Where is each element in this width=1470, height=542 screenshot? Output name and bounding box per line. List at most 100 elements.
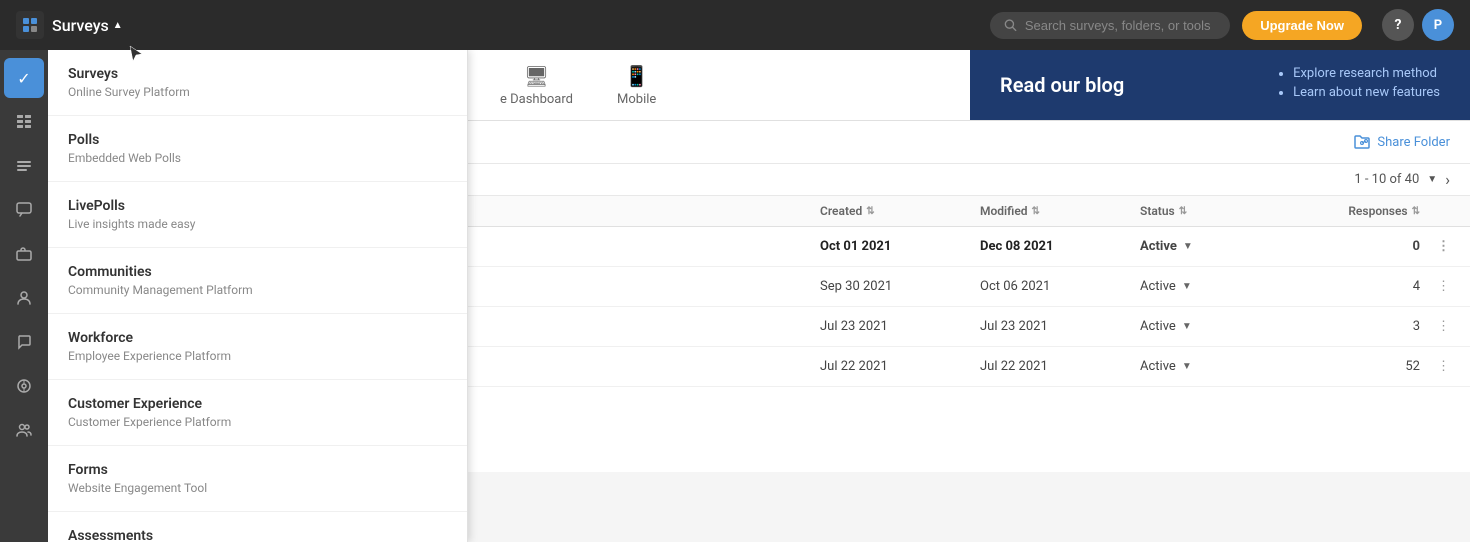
row-1-status-text: Active: [1140, 239, 1177, 254]
col-modified-label: Modified: [980, 204, 1028, 218]
sort-modified-icon: ⇅: [1032, 206, 1040, 217]
menu-item-communities-title: Communities: [68, 264, 447, 280]
row-1-created: Oct 01 2021: [820, 239, 980, 254]
row-3-status: Active ▼: [1140, 319, 1280, 334]
menu-item-surveys-subtitle: Online Survey Platform: [68, 85, 447, 99]
menu-item-forms-subtitle: Website Engagement Tool: [68, 481, 447, 495]
search-input[interactable]: [1025, 18, 1216, 33]
row-4-actions[interactable]: ⋮: [1420, 359, 1450, 374]
row-3-responses: 3: [1280, 319, 1420, 334]
row-2-responses: 4: [1280, 279, 1420, 294]
sidebar-icon-grid[interactable]: [4, 102, 44, 142]
sort-created-icon: ⇅: [866, 206, 874, 217]
menu-item-polls-subtitle: Embedded Web Polls: [68, 151, 447, 165]
top-content-row: 🖥 e Dashboard 📱 Mobile Read our blog Exp…: [468, 50, 1470, 121]
blog-banner[interactable]: Read our blog Explore research method Le…: [970, 50, 1470, 120]
menu-item-surveys[interactable]: Surveys Online Survey Platform: [48, 50, 467, 116]
pagination-dropdown-icon[interactable]: ▼: [1427, 174, 1437, 185]
menu-item-workforce-title: Workforce: [68, 330, 447, 346]
pagination-next-icon[interactable]: ›: [1445, 170, 1450, 189]
table-toolbar: Share Folder: [468, 121, 1470, 164]
menu-item-cx-subtitle: Customer Experience Platform: [68, 415, 447, 429]
row-1-status-dropdown[interactable]: ▼: [1183, 241, 1193, 252]
table-row: Oct 01 2021 Dec 08 2021 Active ▼ 0 ⋮: [468, 227, 1470, 267]
user-avatar[interactable]: P: [1422, 9, 1454, 41]
col-header-status[interactable]: Status ⇅: [1140, 204, 1280, 218]
blog-banner-title: Read our blog: [1000, 73, 1124, 97]
pagination-info: 1 - 10 of 40: [1354, 172, 1419, 187]
main-layout: ✓: [0, 50, 1470, 542]
table-header: Created ⇅ Modified ⇅ Status ⇅ Responses …: [468, 196, 1470, 227]
main-content: 🖥 e Dashboard 📱 Mobile Read our blog Exp…: [468, 50, 1470, 542]
menu-item-forms[interactable]: Forms Website Engagement Tool: [48, 446, 467, 512]
tab-dashboard[interactable]: 🖥 e Dashboard: [488, 56, 585, 115]
menu-item-cx-title: Customer Experience: [68, 396, 447, 412]
row-2-actions[interactable]: ⋮: [1420, 279, 1450, 294]
menu-item-communities[interactable]: Communities Community Management Platfor…: [48, 248, 467, 314]
row-3-actions[interactable]: ⋮: [1420, 319, 1450, 334]
menu-item-livepolls-title: LivePolls: [68, 198, 447, 214]
caret-icon[interactable]: ▲: [113, 20, 123, 31]
row-2-created: Sep 30 2021: [820, 279, 980, 294]
share-folder-button[interactable]: Share Folder: [1353, 133, 1450, 151]
sidebar-icon-network[interactable]: [4, 366, 44, 406]
blog-link-1[interactable]: Explore research method: [1293, 66, 1440, 81]
blog-link-2[interactable]: Learn about new features: [1293, 85, 1440, 100]
row-4-status: Active ▼: [1140, 359, 1280, 374]
sidebar-icon-surveys[interactable]: ✓: [4, 58, 44, 98]
tab-mobile[interactable]: 📱 Mobile: [605, 56, 668, 115]
row-1-responses: 0: [1280, 239, 1420, 254]
col-header-created[interactable]: Created ⇅: [820, 204, 980, 218]
sort-responses-icon: ⇅: [1412, 206, 1420, 217]
menu-item-forms-title: Forms: [68, 462, 447, 478]
row-3-status-text: Active: [1140, 319, 1176, 334]
col-created-label: Created: [820, 204, 862, 218]
row-4-responses: 52: [1280, 359, 1420, 374]
row-1-modified: Dec 08 2021: [980, 239, 1140, 254]
sidebar-icon-person[interactable]: [4, 278, 44, 318]
sidebar-icon-speech[interactable]: [4, 322, 44, 362]
row-3-modified: Jul 23 2021: [980, 319, 1140, 334]
col-header-modified[interactable]: Modified ⇅: [980, 204, 1140, 218]
col-header-responses[interactable]: Responses ⇅: [1280, 204, 1420, 218]
menu-item-livepolls[interactable]: LivePolls Live insights made easy: [48, 182, 467, 248]
menu-item-workforce-subtitle: Employee Experience Platform: [68, 349, 447, 363]
row-1-actions[interactable]: ⋮: [1420, 239, 1450, 254]
sort-status-icon: ⇅: [1179, 206, 1187, 217]
search-icon: [1004, 18, 1017, 32]
menu-item-assessments-title: Assessments: [68, 528, 447, 542]
help-button[interactable]: ?: [1382, 9, 1414, 41]
pagination-row: 1 - 10 of 40 ▼ ›: [468, 164, 1470, 196]
row-2-status-text: Active: [1140, 279, 1176, 294]
row-4-status-text: Active: [1140, 359, 1176, 374]
tab-bar: 🖥 e Dashboard 📱 Mobile: [468, 50, 970, 120]
menu-item-communities-subtitle: Community Management Platform: [68, 283, 447, 297]
share-folder-label: Share Folder: [1377, 135, 1450, 150]
dashboard-icon: 🖥: [524, 64, 549, 88]
menu-item-cx[interactable]: Customer Experience Customer Experience …: [48, 380, 467, 446]
sidebar-icon-briefcase[interactable]: [4, 234, 44, 274]
menu-item-polls[interactable]: Polls Embedded Web Polls: [48, 116, 467, 182]
share-folder-icon: [1353, 133, 1371, 151]
row-2-status: Active ▼: [1140, 279, 1280, 294]
dropdown-menu: Surveys Online Survey Platform Polls Emb…: [48, 50, 468, 542]
app-title: Surveys: [52, 16, 109, 35]
sidebar-icon-checklist[interactable]: [4, 146, 44, 186]
upgrade-button[interactable]: Upgrade Now: [1242, 11, 1362, 40]
sidebar-icons: ✓: [0, 50, 48, 542]
col-header-name: [488, 204, 820, 218]
row-4-status-dropdown[interactable]: ▼: [1182, 361, 1192, 372]
menu-item-livepolls-subtitle: Live insights made easy: [68, 217, 447, 231]
sidebar-icon-chat[interactable]: [4, 190, 44, 230]
col-responses-label: Responses: [1348, 204, 1407, 218]
row-2-modified: Oct 06 2021: [980, 279, 1140, 294]
sidebar-icon-group[interactable]: [4, 410, 44, 450]
row-3-status-dropdown[interactable]: ▼: [1182, 321, 1192, 332]
blog-banner-links: Explore research method Learn about new …: [1273, 66, 1440, 104]
mobile-icon: 📱: [624, 64, 649, 88]
row-4-modified: Jul 22 2021: [980, 359, 1140, 374]
menu-item-assessments[interactable]: Assessments Vendor Risk Management: [48, 512, 467, 542]
search-box[interactable]: [990, 12, 1230, 39]
row-2-status-dropdown[interactable]: ▼: [1182, 281, 1192, 292]
menu-item-workforce[interactable]: Workforce Employee Experience Platform: [48, 314, 467, 380]
